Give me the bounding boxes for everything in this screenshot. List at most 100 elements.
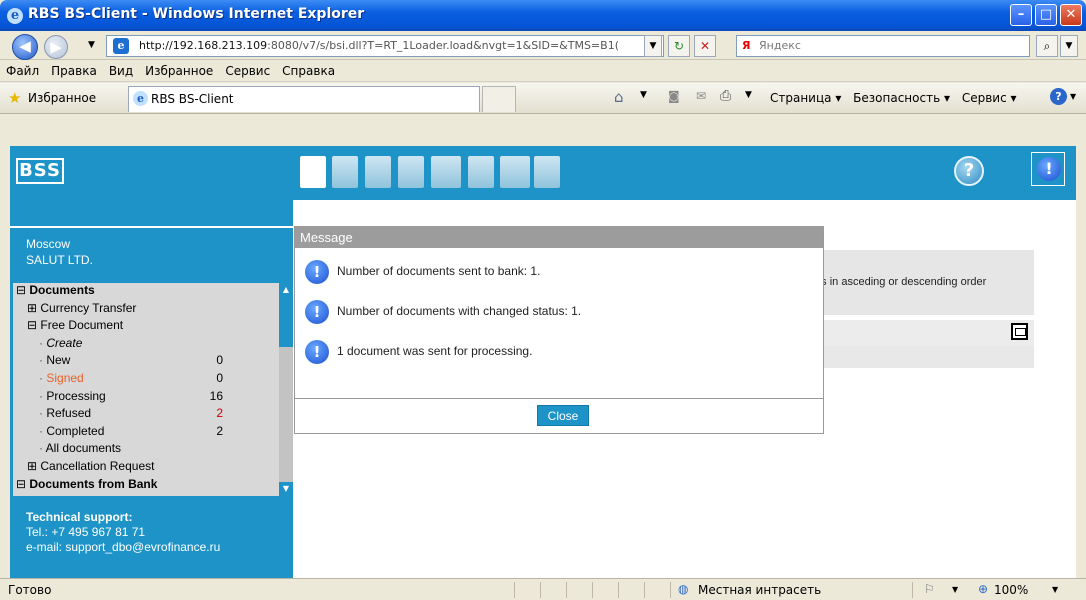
tree-item[interactable]: · Completed 2 (13, 424, 223, 439)
window-title: RBS BS-Client - Windows Internet Explore… (28, 6, 365, 22)
tree-item-label: Refused (46, 406, 92, 421)
expand-icon[interactable]: ⊞ (27, 301, 40, 315)
tree-item[interactable]: · New 0 (13, 353, 223, 368)
message-item: ! Number of documents with changed statu… (305, 300, 805, 324)
tree-item[interactable]: · All documents (13, 441, 121, 456)
archive-icon[interactable] (500, 156, 530, 188)
sign-icon[interactable] (365, 156, 391, 188)
sidebar: Moscow SALUT LTD. ⊟ Documents ⊞ Currency … (10, 200, 293, 578)
menu-edit[interactable]: Правка (45, 60, 103, 78)
info-icon: ! (305, 300, 329, 324)
print-document-icon[interactable] (431, 156, 461, 188)
tree-item[interactable]: · Create (13, 336, 82, 351)
tree-item[interactable]: ⊞ Currency Transfer (13, 301, 136, 316)
search-options-icon[interactable]: ▼ (1060, 35, 1078, 57)
rss-icon[interactable]: ◙ (668, 89, 680, 103)
scroll-up-icon[interactable]: ▲ (279, 283, 293, 297)
bullet-icon: · (39, 441, 46, 456)
maximize-button[interactable]: □ (1035, 4, 1057, 26)
zoom-dropdown-icon[interactable]: ▼ (1052, 585, 1058, 594)
url-host: http://192.168.213.109 (139, 39, 268, 52)
scroll-thumb[interactable] (279, 297, 293, 347)
send-icon[interactable] (398, 156, 424, 188)
notifications-button[interactable]: ! (1031, 152, 1065, 186)
star-icon[interactable]: ★ (8, 89, 21, 107)
tree-item[interactable]: · Processing 16 (13, 388, 223, 404)
tree-item[interactable]: ⊟ Free Document (13, 318, 123, 333)
city-label: Moscow (26, 237, 71, 251)
status-divider (670, 582, 671, 598)
support-title: Technical support: (26, 510, 133, 524)
view-icon[interactable] (332, 156, 358, 188)
help-dropdown-icon[interactable]: ▼ (1070, 92, 1076, 101)
tree-item[interactable]: · Signed 0 (13, 371, 223, 386)
export-icon[interactable] (468, 156, 494, 188)
favorites-bar: ★ Избранное e RBS BS-Client ⌂ ▼ ◙ ✉ ⎙ ▼ … (0, 83, 1086, 114)
dialog-close-button[interactable]: Close (537, 405, 589, 426)
address-dropdown-icon[interactable]: ▼ (644, 35, 662, 57)
company-label: SALUT LTD. (26, 253, 93, 267)
refresh-icon[interactable]: ↻ (668, 35, 690, 57)
forward-button[interactable]: ▶ (44, 35, 68, 59)
minimize-button[interactable]: – (1010, 4, 1032, 26)
collapse-icon[interactable]: ⊟ (27, 318, 40, 332)
status-icon[interactable] (534, 156, 560, 188)
protected-mode-dropdown-icon[interactable]: ▼ (952, 585, 958, 594)
print-icon[interactable]: ⎙ (720, 88, 731, 104)
message-dialog: Message ! Number of documents sent to ba… (294, 226, 824, 434)
tree-item-label: Create (46, 335, 83, 350)
home-dropdown-icon[interactable]: ▼ (640, 90, 647, 100)
search-icon[interactable]: ⌕ (1036, 35, 1058, 57)
back-button[interactable]: ◀ (12, 34, 38, 60)
status-bar: Готово ◍ Местная интрасеть ⚐ ▼ ⊕ 100% ▼ (0, 578, 1086, 600)
status-divider (592, 582, 593, 598)
stop-icon[interactable]: ✕ (694, 35, 716, 57)
tree-item[interactable]: · Refused 2 (13, 406, 223, 421)
tree-scrollbar[interactable]: ▲ ▼ (279, 283, 293, 496)
ie-tab-icon: e (133, 91, 148, 106)
sort-hint: nts in asceding or descending order (812, 276, 987, 288)
maximize-panel-button[interactable] (1011, 323, 1028, 340)
protected-mode-icon[interactable]: ⚐ (924, 582, 935, 596)
support-phone: Tel.: +7 495 967 81 71 (26, 525, 146, 539)
app-help-button[interactable]: ? (954, 156, 984, 186)
zoom-level[interactable]: 100% (994, 583, 1028, 597)
status-divider (566, 582, 567, 598)
favorites-button[interactable]: Избранное (28, 91, 96, 105)
page-menu[interactable]: Страница ▾ (770, 91, 841, 105)
new-document-icon[interactable] (300, 156, 326, 188)
menu-bar: Файл Правка Вид Избранное Сервис Справка (0, 60, 1086, 82)
search-input[interactable]: Я Яндекс (736, 35, 1030, 57)
tools-menu[interactable]: Сервис ▾ (962, 91, 1017, 105)
status-text: Готово (8, 583, 52, 597)
mail-icon[interactable]: ✉ (696, 89, 706, 103)
tree-item[interactable]: ⊟ Documents (13, 283, 95, 298)
menu-view[interactable]: Вид (103, 60, 139, 78)
collapse-icon[interactable]: ⊟ (16, 477, 29, 491)
menu-tools[interactable]: Сервис (219, 60, 276, 78)
menu-favorites[interactable]: Избранное (139, 60, 219, 78)
history-dropdown-icon[interactable]: ▼ (88, 40, 95, 50)
zoom-icon[interactable]: ⊕ (978, 582, 988, 596)
info-icon: ! (305, 340, 329, 364)
security-menu[interactable]: Безопасность ▾ (853, 91, 950, 105)
tree-item-label: Processing (46, 388, 106, 403)
new-tab-button[interactable] (482, 86, 516, 112)
help-icon[interactable]: ? (1050, 88, 1067, 105)
menu-help[interactable]: Справка (276, 60, 341, 78)
support-info: Technical support: Tel.: +7 495 967 81 7… (26, 510, 220, 555)
tree-item[interactable]: ⊟ Documents from Bank (13, 477, 157, 492)
close-window-button[interactable]: ✕ (1060, 4, 1082, 26)
tab-rbs-client[interactable]: e RBS BS-Client (128, 86, 480, 112)
address-input[interactable]: e http://192.168.213.109:8080/v7/s/bsi.d… (106, 35, 664, 57)
scroll-down-icon[interactable]: ▼ (279, 482, 293, 496)
home-icon[interactable]: ⌂ (614, 88, 624, 106)
expand-icon[interactable]: ⊞ (27, 459, 40, 473)
search-placeholder: Яндекс (759, 39, 801, 52)
info-icon: ! (305, 260, 329, 284)
collapse-icon[interactable]: ⊟ (16, 283, 29, 297)
print-dropdown-icon[interactable]: ▼ (745, 90, 752, 100)
tree-item[interactable]: ⊞ Cancellation Request (13, 459, 154, 474)
app-header: BSS ? ! (10, 146, 1076, 200)
menu-file[interactable]: Файл (0, 60, 45, 78)
